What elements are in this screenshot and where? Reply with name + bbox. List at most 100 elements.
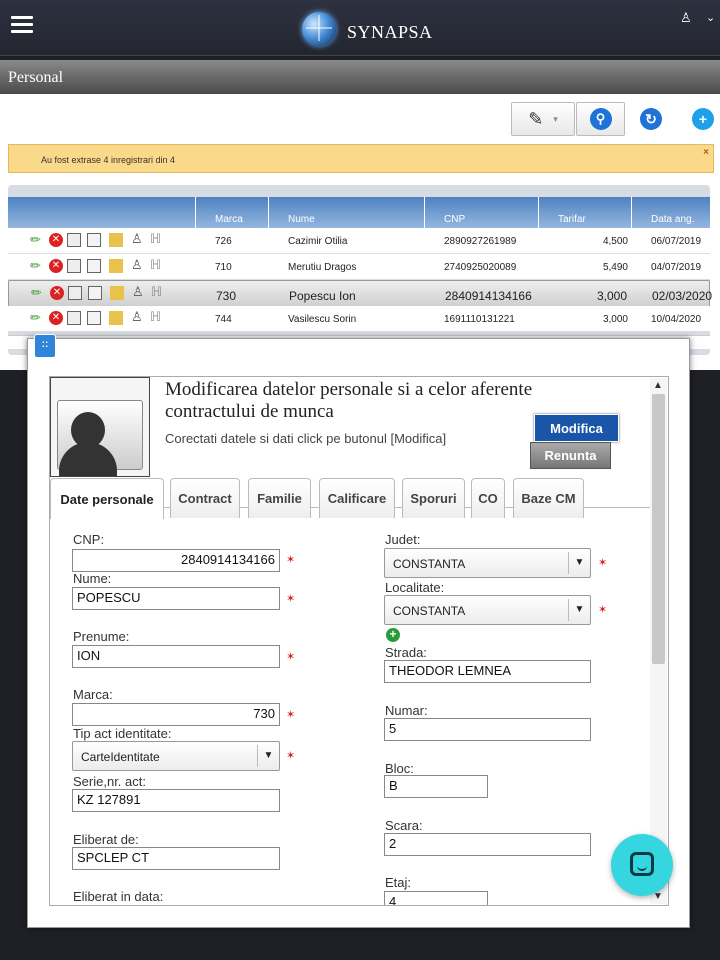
table-row[interactable]: ✏ ✕ ♙ ℍ 744 Vasilescu Sorin 169111013122…	[8, 306, 710, 332]
prenume-field[interactable]: ION	[72, 645, 280, 668]
alert-message: Au fost extrase 4 inregistrari din 4	[41, 155, 176, 165]
attachment-icon[interactable]: ℍ	[151, 284, 165, 299]
cell-data-ang: 04/07/2019	[651, 262, 702, 273]
scroll-up-icon[interactable]: ▲	[653, 380, 663, 391]
attachment-icon[interactable]: ℍ	[150, 309, 164, 324]
scara-field[interactable]: 2	[384, 833, 591, 856]
modifica-button[interactable]: Modifica	[534, 414, 619, 442]
eraser-button[interactable]: ✎ ▾	[511, 102, 575, 136]
search-icon: ⚲	[589, 108, 612, 130]
tab-contract[interactable]: Contract	[170, 478, 240, 518]
label-prenume: Prenume:	[73, 629, 130, 644]
form-icon[interactable]	[87, 311, 101, 325]
cell-marca: 744	[215, 314, 232, 325]
label-etaj: Etaj:	[385, 875, 412, 890]
form-icon[interactable]	[87, 233, 101, 247]
bloc-field[interactable]: B	[384, 775, 488, 798]
tab-calificare[interactable]: Calificare	[319, 478, 395, 518]
dropdown-arrow-icon: ▼	[257, 745, 279, 767]
attachment-icon[interactable]: ℍ	[150, 231, 164, 246]
delete-icon[interactable]: ✕	[49, 233, 63, 247]
tab-sporuri[interactable]: Sporuri	[402, 478, 465, 518]
drag-handle-icon[interactable]: ::	[34, 334, 56, 358]
column-header-cnp[interactable]: CNP	[444, 214, 465, 225]
person-icon[interactable]: ♙	[131, 231, 145, 246]
add-button[interactable]: +	[688, 102, 718, 136]
cell-cnp: 2890927261989	[444, 236, 517, 247]
delete-icon[interactable]: ✕	[49, 259, 63, 273]
user-icon[interactable]: ♙	[680, 10, 692, 26]
top-bar: SYNAPSA ♙ ⌄	[0, 0, 720, 56]
refresh-button[interactable]: ↻	[631, 102, 671, 136]
person-icon[interactable]: ♙	[131, 257, 145, 272]
label-eliberat-de: Eliberat de:	[73, 832, 139, 847]
eraser-icon: ✎	[528, 108, 544, 129]
strada-field[interactable]: THEODOR LEMNEA	[384, 660, 591, 683]
localitate-select[interactable]: CONSTANTA ▼	[384, 595, 591, 625]
cell-marca: 730	[216, 289, 237, 303]
cell-marca: 710	[215, 262, 232, 273]
label-judet: Judet:	[385, 532, 421, 547]
tip-act-value: CarteIdentitate	[81, 750, 160, 764]
form-icon[interactable]	[88, 286, 102, 300]
table-row[interactable]: ✏ ✕ ♙ ℍ 726 Cazimir Otilia 2890927261989…	[8, 228, 710, 254]
edit-icon[interactable]: ✏	[30, 310, 44, 325]
close-icon[interactable]: ×	[703, 147, 709, 158]
add-locality-icon[interactable]: +	[386, 628, 400, 642]
cell-tarifar: 5,490	[602, 262, 628, 273]
form-title: Modificarea datelor personale si a celor…	[165, 379, 533, 422]
renunta-button[interactable]: Renunta	[530, 442, 611, 469]
judet-select[interactable]: CONSTANTA ▼	[384, 548, 591, 578]
column-header-marca[interactable]: Marca	[215, 214, 243, 225]
search-button[interactable]: ⚲	[576, 102, 625, 136]
cnp-field[interactable]: 2840914134166	[72, 549, 280, 572]
label-cnp: CNP:	[73, 532, 105, 547]
etaj-field[interactable]: 4	[384, 891, 488, 905]
marca-field[interactable]: 730	[72, 703, 280, 726]
form-icon[interactable]	[87, 259, 101, 273]
delete-icon[interactable]: ✕	[49, 311, 63, 325]
table-row[interactable]: ✏ ✕ ♙ ℍ 710 Merutiu Dragos 2740925020089…	[8, 254, 710, 280]
records-grid: Marca Nume CNP Tarifar Data ang. ✏ ✕ ♙ ℍ…	[8, 185, 713, 355]
column-header-nume[interactable]: Nume	[288, 214, 315, 225]
tip-act-select[interactable]: CarteIdentitate ▼	[72, 741, 280, 771]
folder-icon[interactable]	[109, 233, 123, 247]
tab-baze-cm[interactable]: Baze CM	[513, 478, 584, 518]
scrollbar-thumb[interactable]	[652, 394, 665, 664]
person-icon[interactable]: ♙	[132, 284, 146, 299]
menu-icon[interactable]	[11, 16, 33, 34]
chevron-down-icon[interactable]: ⌄	[706, 11, 715, 24]
attachment-icon[interactable]: ℍ	[150, 257, 164, 272]
eliberat-de-field[interactable]: SPCLEP CT	[72, 847, 280, 870]
modal-content: Modificarea datelor personale si a celor…	[49, 376, 669, 906]
cell-data-ang: 06/07/2019	[651, 236, 702, 247]
column-header-data-ang[interactable]: Data ang.	[651, 214, 694, 225]
delete-icon[interactable]: ✕	[50, 286, 64, 300]
edit-icon[interactable]: ✏	[31, 285, 45, 300]
tab-date-personale[interactable]: Date personale	[50, 478, 164, 519]
nume-field[interactable]: POPESCU	[72, 587, 280, 610]
dropdown-arrow-icon: ▼	[568, 599, 590, 621]
export-icon[interactable]	[67, 311, 81, 325]
edit-icon[interactable]: ✏	[30, 258, 44, 273]
info-alert: Au fost extrase 4 inregistrari din 4 ×	[8, 144, 714, 173]
folder-icon[interactable]	[109, 311, 123, 325]
tab-co[interactable]: CO	[471, 478, 505, 518]
chat-launcher-button[interactable]	[611, 834, 673, 896]
export-icon[interactable]	[67, 233, 81, 247]
export-icon[interactable]	[67, 259, 81, 273]
edit-icon[interactable]: ✏	[30, 232, 44, 247]
label-scara: Scara:	[385, 818, 423, 833]
pin-icon: ✶	[286, 709, 296, 721]
cell-nume: Cazimir Otilia	[288, 236, 348, 247]
avatar[interactable]	[50, 377, 150, 477]
cell-data-ang: 02/03/2020	[652, 289, 713, 303]
export-icon[interactable]	[68, 286, 82, 300]
tab-familie[interactable]: Familie	[248, 478, 311, 518]
numar-field[interactable]: 5	[384, 718, 591, 741]
serie-field[interactable]: KZ 127891	[72, 789, 280, 812]
person-icon[interactable]: ♙	[131, 309, 145, 324]
folder-icon[interactable]	[109, 259, 123, 273]
folder-icon[interactable]	[110, 286, 124, 300]
column-header-tarifar[interactable]: Tarifar	[558, 214, 586, 225]
